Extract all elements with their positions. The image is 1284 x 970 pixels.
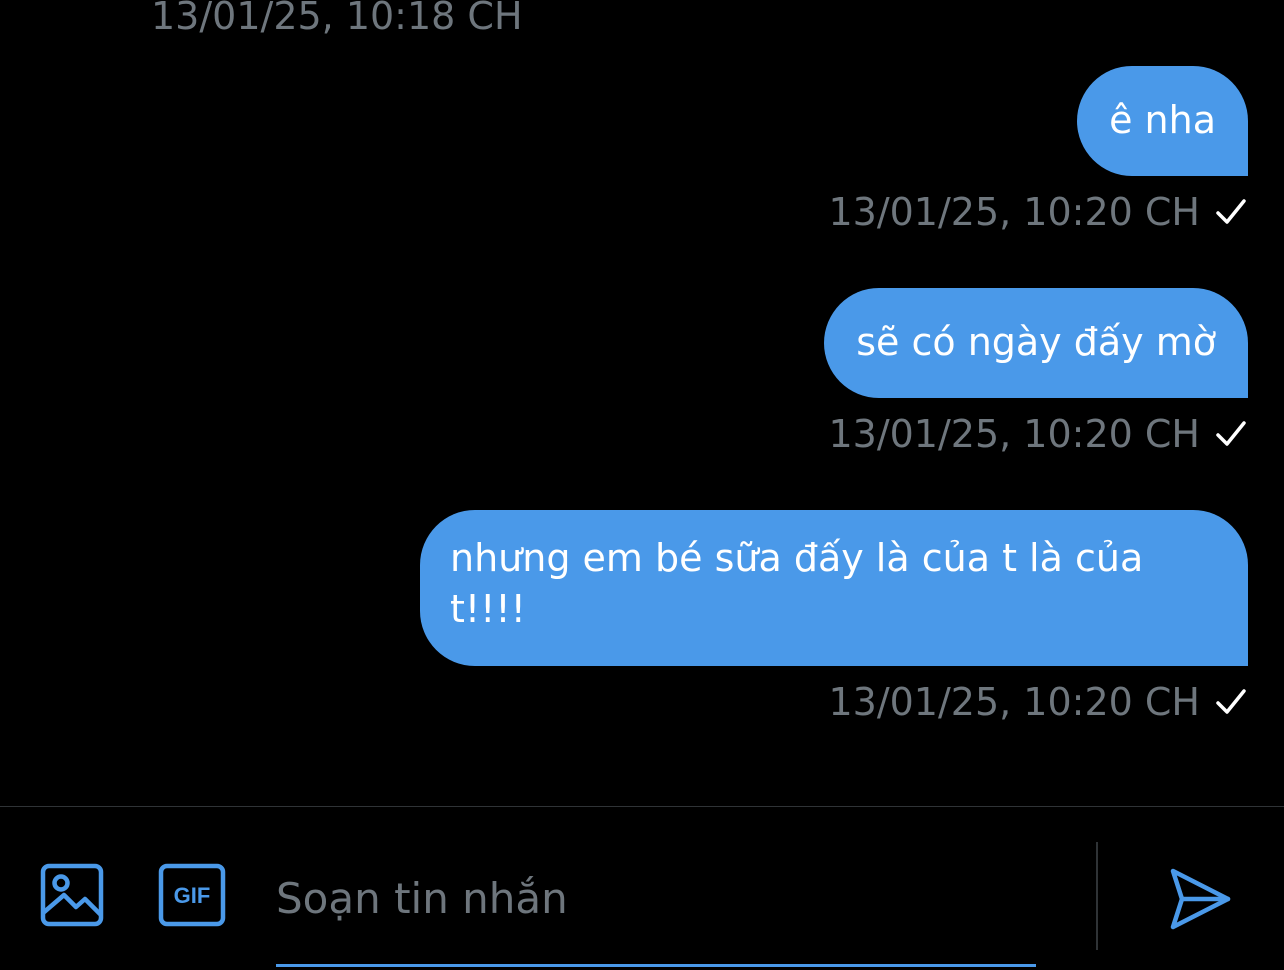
message-timestamp: 13/01/25, 10:20 CH [828,412,1200,456]
composer-divider [1096,842,1098,950]
message-composer: GIF [0,806,1284,970]
message-item: nhưng em bé sữa đấy là của t là của t!!!… [420,510,1248,726]
message-thread: 13/01/25, 10:18 CH ê nha 13/01/25, 10:20… [0,0,1284,806]
message-input[interactable] [276,857,1036,967]
message-timestamp: 13/01/25, 10:20 CH [828,680,1200,724]
gif-icon[interactable]: GIF [158,863,226,927]
message-item: sẽ có ngày đấy mờ 13/01/25, 10:20 CH [824,288,1248,458]
message-bubble[interactable]: nhưng em bé sữa đấy là của t là của t!!!… [420,510,1248,666]
gif-label: GIF [174,883,211,908]
message-bubble[interactable]: ê nha [1077,66,1248,176]
message-meta: 13/01/25, 10:20 CH [828,188,1248,236]
message-bubble[interactable]: sẽ có ngày đấy mờ [824,288,1248,398]
message-timestamp: 13/01/25, 10:20 CH [828,190,1200,234]
previous-message-timestamp: 13/01/25, 10:18 CH [151,0,523,38]
message-meta: 13/01/25, 10:20 CH [828,410,1248,458]
image-icon[interactable] [40,863,104,927]
sent-check-icon [1216,199,1246,224]
sent-check-icon [1216,689,1246,714]
sent-check-icon [1216,421,1246,446]
message-meta: 13/01/25, 10:20 CH [828,678,1248,726]
message-item: ê nha 13/01/25, 10:20 CH [828,66,1248,236]
send-icon[interactable] [1168,867,1232,931]
